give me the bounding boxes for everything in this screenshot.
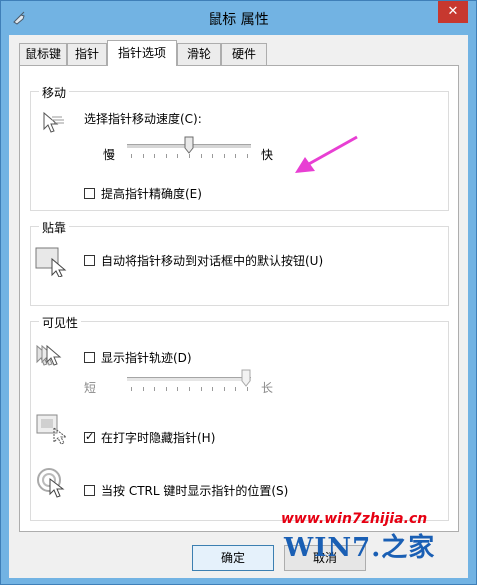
dialog-client: 鼠标键 指针 指针选项 滑轮 硬件 移动 选择指针移动速度(C): 慢 快 提高… [9, 35, 468, 578]
locate-pointer-icon [37, 468, 65, 498]
close-button[interactable]: ✕ [438, 1, 468, 23]
trail-length-slider[interactable] [127, 369, 251, 393]
long-label: 长 [261, 381, 274, 395]
tab-hardware[interactable]: 硬件 [221, 43, 267, 65]
pointer-speed-icon [43, 111, 64, 133]
watermark-logo: WIN7.之家 [284, 533, 436, 563]
speed-slider[interactable] [127, 136, 251, 160]
pointer-trails-icon [36, 344, 62, 366]
tab-pointer-options[interactable]: 指针选项 [107, 40, 177, 66]
hide-typing-checkbox[interactable] [84, 430, 95, 443]
tab-pointers[interactable]: 指针 [67, 43, 107, 65]
tab-buttons[interactable]: 鼠标键 [19, 43, 67, 65]
motion-group-title: 移动 [39, 84, 70, 101]
precision-label: 提高指针精确度(E) [101, 187, 202, 201]
watermark-site: www.win7zhijia.cn [281, 511, 428, 527]
snap-group-title: 贴靠 [39, 219, 70, 236]
ctrl-locate-checkbox[interactable] [84, 485, 95, 496]
snap-button-icon [35, 247, 67, 277]
short-label: 短 [84, 381, 97, 395]
tab-label: 硬件 [231, 47, 256, 61]
speed-label: 选择指针移动速度(C): [84, 112, 202, 126]
ok-button[interactable]: 确定 [192, 545, 274, 571]
slider-thumb[interactable] [241, 369, 251, 387]
tab-label: 指针 [74, 47, 99, 61]
fast-label: 快 [261, 148, 274, 162]
snap-label: 自动将指针移动到对话框中的默认按钮(U) [101, 254, 324, 268]
trails-label: 显示指针轨迹(D) [101, 351, 192, 365]
hide-pointer-icon [36, 414, 68, 445]
tab-wheel[interactable]: 滑轮 [177, 43, 221, 65]
slow-label: 慢 [103, 148, 116, 162]
dialog-window: 鼠标 属性 ✕ 鼠标键 指针 指针选项 滑轮 硬件 移动 选择指针移动速度(C)… [0, 0, 477, 585]
visibility-group: 可见性 显示指针轨迹(D) 短 长 ✓ 在打字时隐藏指针(H) 当按 CTRL … [30, 314, 449, 521]
slider-track [127, 377, 251, 381]
ctrl-locate-label: 当按 CTRL 键时显示指针的位置(S) [101, 484, 289, 498]
trails-checkbox[interactable] [84, 352, 95, 363]
motion-group: 移动 选择指针移动速度(C): 慢 快 提高指针精确度(E) [30, 84, 449, 211]
slider-ticks [127, 154, 251, 158]
slider-ticks [127, 387, 251, 391]
snap-checkbox[interactable] [84, 255, 95, 266]
title-bar[interactable]: 鼠标 属性 ✕ [1, 1, 476, 35]
annotation-arrow [295, 135, 358, 173]
tab-panel: 移动 选择指针移动速度(C): 慢 快 提高指针精确度(E) 贴靠 自动将指针移… [19, 65, 459, 532]
hide-typing-label: 在打字时隐藏指针(H) [101, 431, 216, 445]
slider-thumb[interactable] [184, 136, 194, 154]
visibility-group-title: 可见性 [39, 314, 82, 331]
tab-label: 指针选项 [117, 46, 166, 60]
close-icon: ✕ [447, 4, 459, 19]
snap-group: 贴靠 自动将指针移动到对话框中的默认按钮(U) [30, 219, 449, 306]
window-title: 鼠标 属性 [208, 12, 269, 28]
precision-checkbox[interactable] [84, 188, 95, 199]
tab-label: 滑轮 [186, 47, 211, 61]
tab-label: 鼠标键 [24, 47, 61, 61]
